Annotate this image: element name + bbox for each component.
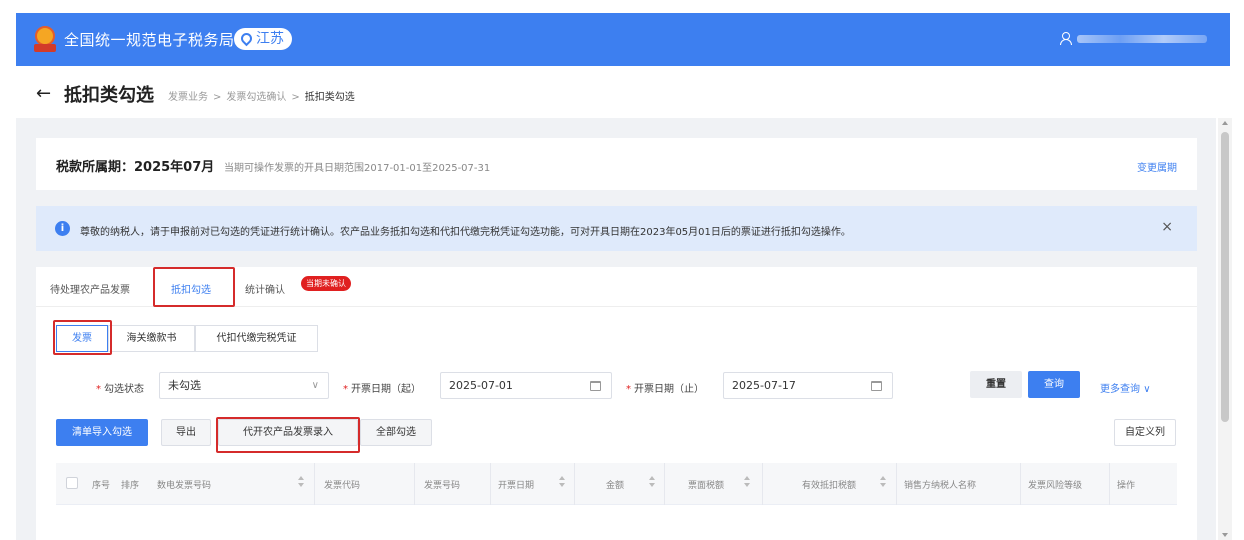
region-label: 江苏 bbox=[256, 31, 284, 47]
select-all-checkbox[interactable] bbox=[66, 477, 78, 489]
date-end-label: * 开票日期（止） bbox=[626, 384, 704, 395]
tax-bureau-logo-icon bbox=[34, 26, 56, 54]
app-title: 全国统一规范电子税务局 bbox=[64, 31, 235, 49]
location-pin-icon bbox=[238, 30, 255, 47]
change-period-link[interactable]: 变更属期 bbox=[1137, 159, 1177, 174]
export-button[interactable]: 导出 bbox=[161, 419, 211, 446]
breadcrumb-separator: > bbox=[213, 92, 222, 103]
tab-deduction-select[interactable]: 抵扣勾选 bbox=[171, 281, 211, 296]
filter-form: * 勾选状态 未勾选 ∨ * 开票日期（起） 2025-07-01 * 开票日期（止）… bbox=[36, 371, 1197, 401]
sort-icon[interactable] bbox=[649, 474, 655, 490]
query-button[interactable]: 查询 bbox=[1028, 371, 1080, 398]
col-header-invoice-code: 发票代码 bbox=[324, 481, 361, 491]
column-divider bbox=[574, 463, 575, 505]
tab-statistics-confirm[interactable]: 统计确认 bbox=[245, 281, 285, 296]
col-header-digital-invoice-no[interactable]: 数电发票号码 bbox=[157, 478, 211, 491]
column-divider bbox=[314, 463, 315, 505]
scroll-up-icon[interactable] bbox=[1222, 121, 1228, 125]
date-start-value: 2025-07-01 bbox=[449, 379, 513, 392]
status-label: * 勾选状态 bbox=[96, 384, 144, 395]
sort-icon[interactable] bbox=[298, 474, 304, 490]
column-divider bbox=[664, 463, 665, 505]
column-divider bbox=[762, 463, 763, 505]
scrollbar-thumb[interactable] bbox=[1221, 132, 1229, 422]
date-start-label: * 开票日期（起） bbox=[343, 384, 421, 395]
info-icon: i bbox=[55, 221, 70, 236]
page-header: ← 抵扣类勾选 发票业务 > 发票勾选确认 > 抵扣类勾选 bbox=[0, 66, 1244, 118]
col-header-amount[interactable]: 金额 bbox=[606, 478, 624, 491]
column-divider bbox=[414, 463, 415, 505]
breadcrumb-item[interactable]: 发票勾选确认 bbox=[226, 92, 286, 103]
scroll-down-icon[interactable] bbox=[1222, 533, 1228, 537]
status-select-value: 未勾选 bbox=[168, 379, 201, 392]
back-arrow-icon[interactable]: ← bbox=[36, 83, 51, 104]
column-divider bbox=[490, 463, 491, 505]
date-start-input[interactable]: 2025-07-01 bbox=[440, 372, 612, 399]
tax-period-label: 税款所属期：2025年07月 bbox=[56, 160, 215, 175]
notice-banner: i 尊敬的纳税人，请于申报前对已勾选的凭证进行统计确认。农产品业务抵扣勾选和代扣… bbox=[36, 206, 1197, 251]
top-bar: 全国统一规范电子税务局 江苏 bbox=[16, 13, 1230, 66]
col-header-effective-tax[interactable]: 有效抵扣税额 bbox=[802, 478, 856, 491]
breadcrumb-item[interactable]: 发票业务 bbox=[168, 92, 208, 103]
close-icon[interactable]: × bbox=[1161, 219, 1173, 235]
col-header-tax-amount[interactable]: 票面税额 bbox=[688, 478, 724, 491]
col-header-issue-date[interactable]: 开票日期 bbox=[498, 478, 534, 491]
tax-period-card: 税款所属期：2025年07月 当期可操作发票的开具日期范围2017-01-01至… bbox=[36, 138, 1197, 190]
reset-button[interactable]: 重置 bbox=[970, 371, 1022, 398]
breadcrumb-current: 抵扣类勾选 bbox=[304, 92, 355, 103]
col-header-seller-name: 销售方纳税人名称 bbox=[904, 481, 977, 491]
breadcrumb-separator: > bbox=[291, 92, 300, 103]
date-end-value: 2025-07-17 bbox=[732, 379, 796, 392]
user-menu[interactable] bbox=[1059, 32, 1209, 46]
region-selector[interactable]: 江苏 bbox=[234, 28, 292, 50]
notice-text: 尊敬的纳税人，请于申报前对已勾选的凭证进行统计确认。农产品业务抵扣勾选和代扣代缴… bbox=[80, 227, 851, 238]
calendar-icon bbox=[590, 381, 601, 391]
status-select[interactable]: 未勾选 ∨ bbox=[159, 372, 329, 399]
tab-pending-agri-invoices[interactable]: 待处理农产品发票 bbox=[50, 281, 130, 296]
custom-columns-button[interactable]: 自定义列 bbox=[1114, 419, 1176, 446]
date-end-input[interactable]: 2025-07-17 bbox=[723, 372, 893, 399]
user-icon bbox=[1059, 32, 1072, 45]
subtab-invoice[interactable]: 发票 bbox=[56, 325, 108, 352]
user-name-redacted bbox=[1077, 35, 1207, 43]
col-header-operation: 操作 bbox=[1117, 481, 1136, 491]
chevron-down-icon: ∨ bbox=[311, 380, 319, 391]
col-header-invoice-number: 发票号码 bbox=[424, 481, 461, 491]
sort-icon[interactable] bbox=[559, 474, 565, 490]
col-header-risk-level: 发票风险等级 bbox=[1028, 481, 1083, 491]
column-divider bbox=[1109, 463, 1110, 505]
column-divider bbox=[896, 463, 897, 505]
col-header-index: 序号 bbox=[92, 481, 111, 491]
tab-bar: 待处理农产品发票 抵扣勾选 统计确认 当期未确认 bbox=[36, 267, 1197, 307]
page-scrollbar[interactable] bbox=[1218, 118, 1232, 540]
col-header-order: 排序 bbox=[121, 481, 140, 491]
agri-invoice-entry-button[interactable]: 代开农产品发票录入 bbox=[218, 419, 358, 446]
action-toolbar: 清单导入勾选 导出 代开农产品发票录入 全部勾选 自定义列 bbox=[36, 419, 1197, 449]
chevron-down-icon: ∨ bbox=[1143, 384, 1151, 395]
calendar-icon bbox=[871, 381, 882, 391]
subtab-withholding-certificate[interactable]: 代扣代缴完税凭证 bbox=[195, 325, 318, 352]
more-query-link[interactable]: 更多查询 ∨ bbox=[1100, 380, 1151, 395]
sort-icon[interactable] bbox=[880, 474, 886, 490]
unconfirmed-badge: 当期未确认 bbox=[301, 276, 351, 291]
page-title: 抵扣类勾选 bbox=[64, 85, 154, 106]
select-all-button[interactable]: 全部勾选 bbox=[360, 419, 432, 446]
main-card: 待处理农产品发票 抵扣勾选 统计确认 当期未确认 发票 海关缴款书 代扣代缴完税… bbox=[36, 267, 1197, 540]
import-select-button[interactable]: 清单导入勾选 bbox=[56, 419, 148, 446]
tax-period-range: 当期可操作发票的开具日期范围2017-01-01至2025-07-31 bbox=[224, 163, 491, 174]
subtab-customs-payment[interactable]: 海关缴款书 bbox=[108, 325, 195, 352]
sort-icon[interactable] bbox=[744, 474, 750, 490]
breadcrumb: 发票业务 > 发票勾选确认 > 抵扣类勾选 bbox=[168, 88, 355, 103]
column-divider bbox=[1020, 463, 1021, 505]
invoice-table-header: 序号 排序 数电发票号码 发票代码 发票号码 开票日期 金额 票面税额 有效抵扣… bbox=[56, 463, 1177, 505]
